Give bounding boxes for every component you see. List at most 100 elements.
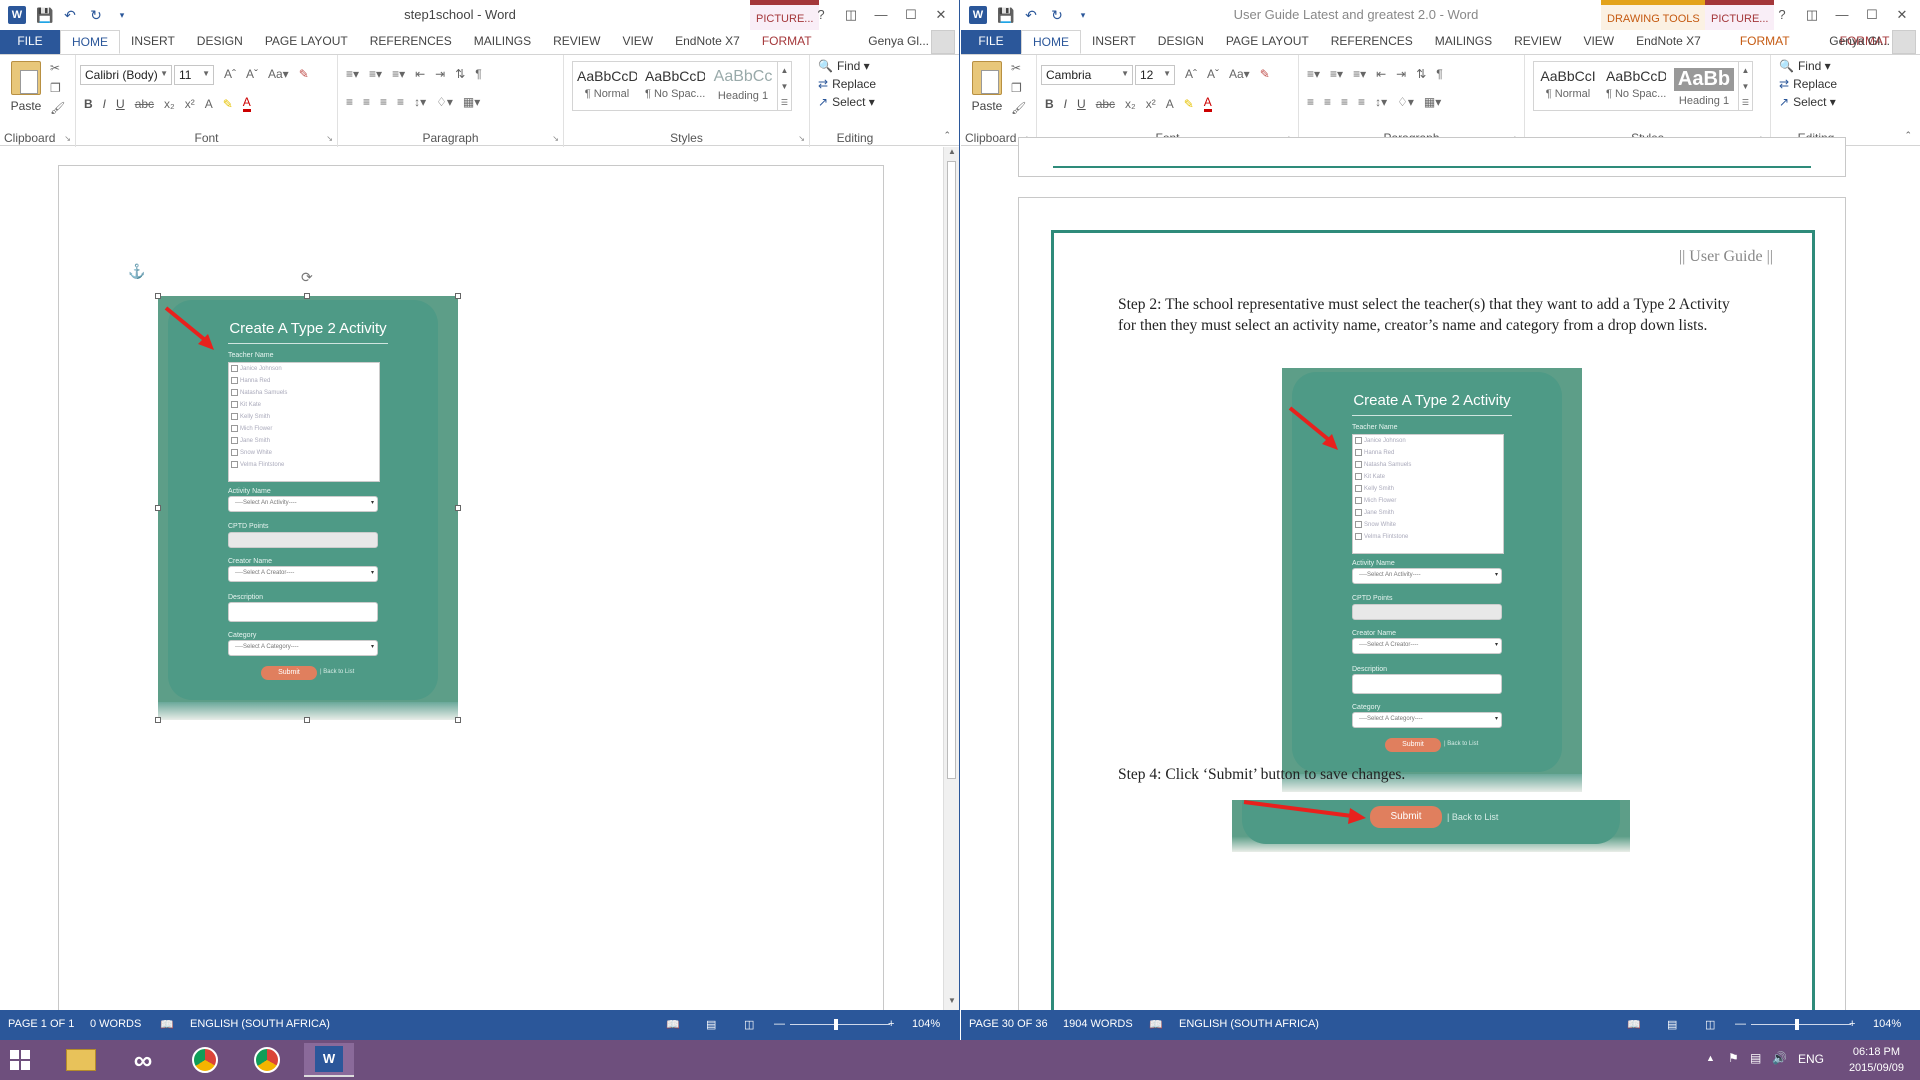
chrome-taskbar-button[interactable] [180,1043,230,1077]
paste-button[interactable]: Paste [969,61,1005,113]
teacher-item[interactable]: Hanna Red [231,377,270,384]
web-layout-icon[interactable]: ◫ [1705,1018,1715,1031]
align-center-icon[interactable]: ≡ [363,95,370,109]
activity-select[interactable]: ----Select An Activity---- [1352,568,1502,584]
tab-references[interactable]: REFERENCES [1320,30,1424,54]
style-no-spacing[interactable]: AaBbCcDc ¶ No Spac... [641,62,709,110]
bullets-icon[interactable]: ≡▾ [1307,67,1320,81]
font-name-combo[interactable]: Calibri (Body) ▼ [80,65,172,85]
tab-home[interactable]: HOME [60,30,120,54]
align-left-icon[interactable]: ≡ [346,95,353,109]
tab-references[interactable]: REFERENCES [359,30,463,54]
form-screenshot-image[interactable]: Create A Type 2 Activity Teacher Name Ja… [158,296,458,720]
increase-indent-icon[interactable]: ⇥ [435,67,445,81]
teacher-item[interactable]: Velma Flintstone [231,461,284,468]
print-layout-icon[interactable]: ▤ [1667,1018,1677,1031]
resize-handle[interactable] [455,505,461,511]
scroll-down-icon[interactable]: ▼ [944,996,959,1010]
undo-icon[interactable]: ↶ [62,7,78,23]
font-size-combo[interactable]: 12 ▼ [1135,65,1175,85]
tab-file[interactable]: FILE [961,30,1021,54]
zoom-slider[interactable] [790,1024,890,1025]
close-button[interactable]: ✕ [1888,4,1916,26]
document-page[interactable]: || User Guide || Step 2: The school repr… [1018,197,1846,1040]
collapse-ribbon-icon[interactable]: ⌃ [1904,130,1912,141]
bold-icon[interactable]: B [1045,97,1054,111]
teacher-item[interactable]: Natasha Samuels [231,389,287,396]
vertical-scrollbar[interactable]: ▲ ▼ [943,147,959,1010]
line-spacing-icon[interactable]: ↕▾ [414,95,426,109]
resize-handle[interactable] [304,293,310,299]
tab-format[interactable]: FORMAT [751,30,823,54]
styles-scroll[interactable]: ▲ ▼ ☰ [777,62,791,110]
italic-icon[interactable]: I [1064,97,1067,111]
user-name[interactable]: Genya Gl... [868,34,929,48]
cut-icon[interactable]: ✂ [50,61,65,75]
word-count[interactable]: 1904 WORDS [1063,1018,1133,1030]
maximize-button[interactable]: ☐ [897,4,925,26]
page-count[interactable]: PAGE 30 OF 36 [969,1018,1048,1030]
subscript-icon[interactable]: x₂ [1125,97,1136,111]
flag-icon[interactable]: ⚑ [1728,1051,1739,1065]
resize-handle[interactable] [155,293,161,299]
zoom-in-icon[interactable]: + [888,1018,894,1030]
proofing-icon[interactable]: 📖 [1149,1018,1163,1031]
style-heading-1[interactable]: AaBbCc Heading 1 [709,62,777,110]
avatar[interactable] [1892,30,1916,54]
bullets-icon[interactable]: ≡▾ [346,67,359,81]
tab-mailings[interactable]: MAILINGS [1424,30,1503,54]
tab-endnote[interactable]: EndNote X7 [1625,30,1712,54]
clear-formatting-icon[interactable]: ✎ [1260,67,1270,81]
teacher-item[interactable]: Snow White [1355,521,1396,528]
select-button[interactable]: ↗ Select ▾ [1779,95,1837,109]
save-icon[interactable]: 💾 [36,7,53,23]
text-effects-icon[interactable]: A [205,97,213,111]
redo-icon[interactable]: ↻ [88,7,104,23]
increase-indent-icon[interactable]: ⇥ [1396,67,1406,81]
highlight-icon[interactable]: ✎ [223,97,233,111]
resize-handle[interactable] [155,505,161,511]
justify-icon[interactable]: ≡ [397,95,404,109]
creator-select[interactable]: ----Select A Creator---- [228,566,378,582]
tab-view[interactable]: VIEW [611,30,664,54]
font-name-combo[interactable]: Cambria ▼ [1041,65,1133,85]
zoom-in-icon[interactable]: + [1849,1018,1855,1030]
teacher-item[interactable]: Mich Flower [231,425,272,432]
tab-view[interactable]: VIEW [1572,30,1625,54]
input-language[interactable]: ENG [1798,1052,1824,1066]
submit-button[interactable]: Submit [261,666,317,680]
word-app-icon[interactable]: W [969,6,987,24]
proofing-icon[interactable]: 📖 [160,1018,174,1031]
find-button[interactable]: 🔍 Find ▾ [818,59,876,73]
teacher-item[interactable]: Jane Smith [231,437,270,444]
scroll-up-icon[interactable]: ▲ [944,147,959,161]
font-size-combo[interactable]: 11 ▼ [174,65,214,85]
superscript-icon[interactable]: x² [185,97,195,111]
zoom-slider-thumb[interactable] [1795,1019,1799,1030]
teacher-item[interactable]: Kit Kate [1355,473,1385,480]
read-mode-icon[interactable]: 📖 [666,1018,680,1031]
teacher-item[interactable]: Kelly Smith [231,413,270,420]
highlight-icon[interactable]: ✎ [1184,97,1194,111]
multilevel-list-icon[interactable]: ≡▾ [1353,67,1366,81]
description-field[interactable] [1352,674,1502,694]
language-status[interactable]: ENGLISH (SOUTH AFRICA) [190,1018,330,1030]
submit-strip-image[interactable]: Submit | Back to List [1232,800,1630,852]
cut-icon[interactable]: ✂ [1011,61,1026,75]
save-icon[interactable]: 💾 [997,7,1014,23]
decrease-indent-icon[interactable]: ⇤ [1376,67,1386,81]
italic-icon[interactable]: I [103,97,106,111]
customize-qat-icon[interactable]: ▾ [1075,7,1091,23]
rotate-handle-icon[interactable]: ⟳ [301,269,313,286]
description-field[interactable] [228,602,378,622]
tab-home[interactable]: HOME [1021,30,1081,54]
sort-icon[interactable]: ⇅ [1416,67,1426,81]
format-painter-icon[interactable]: 🖌 [50,101,65,115]
ribbon-display-icon[interactable]: ◫ [837,4,865,26]
tab-design[interactable]: DESIGN [1147,30,1215,54]
shrink-font-icon[interactable]: Aˇ [246,67,258,81]
numbering-icon[interactable]: ≡▾ [1330,67,1343,81]
change-case-icon[interactable]: Aa▾ [268,67,289,81]
numbering-icon[interactable]: ≡▾ [369,67,382,81]
zoom-level[interactable]: 104% [1873,1018,1901,1030]
